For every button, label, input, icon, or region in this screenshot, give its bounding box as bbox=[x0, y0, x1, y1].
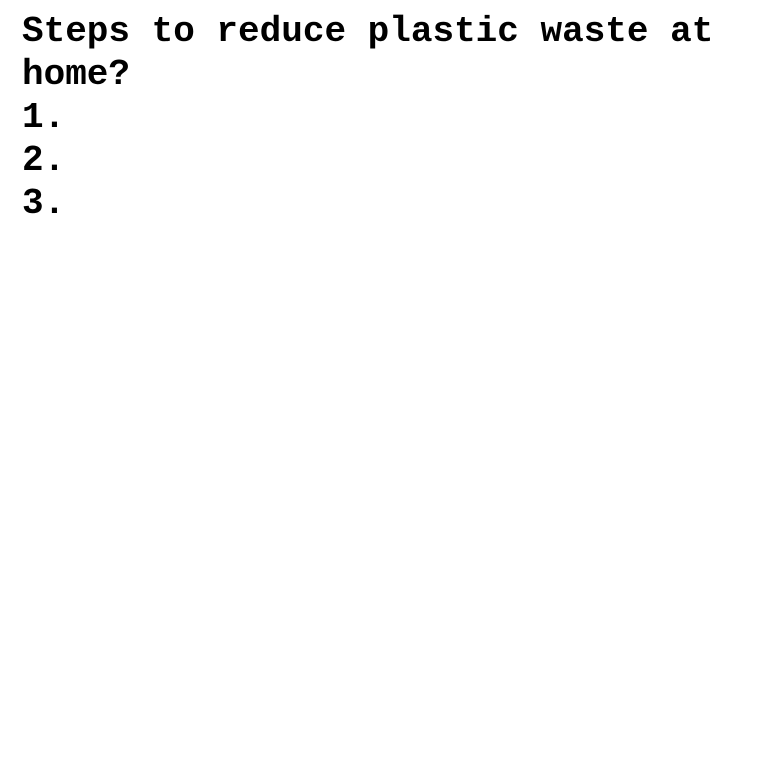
question-text: Steps to reduce plastic waste at home? bbox=[22, 11, 714, 95]
step-list: 1. 2. 3. bbox=[22, 96, 742, 225]
step-item-2: 2. bbox=[22, 140, 66, 181]
step-item-1: 1. bbox=[22, 97, 66, 138]
document-body: Steps to reduce plastic waste at home? 1… bbox=[22, 10, 742, 225]
step-item-3: 3. bbox=[22, 183, 66, 224]
